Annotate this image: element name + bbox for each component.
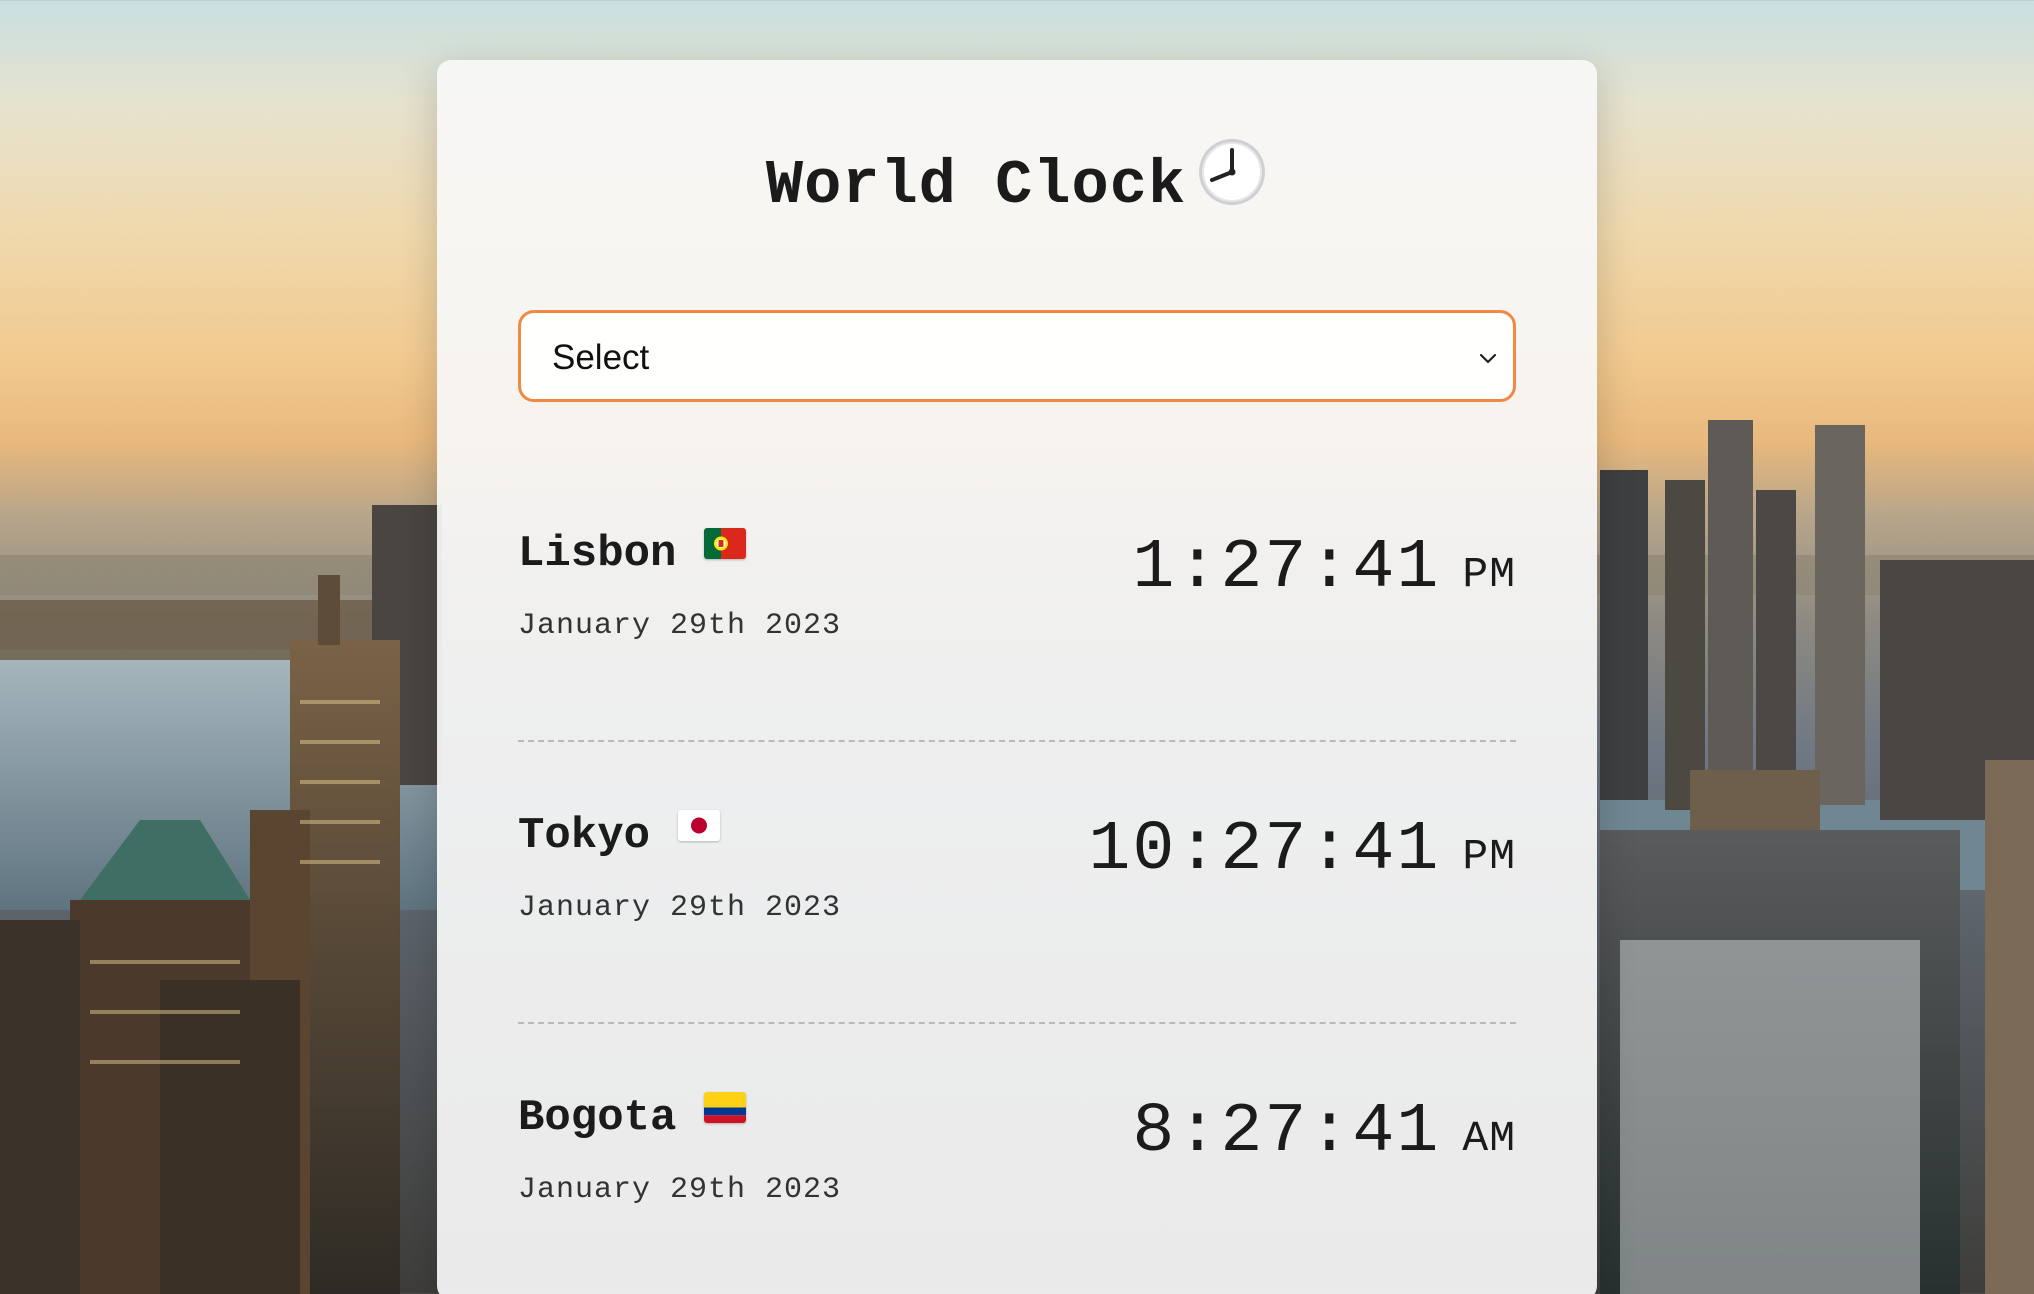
- chevron-down-icon: [1479, 353, 1497, 364]
- city-date: January 29th 2023: [518, 1173, 842, 1207]
- city-row-lisbon: Lisbon January 29th 2023 1:27:41 PM: [518, 460, 1516, 742]
- city-time-container: 8:27:41 AM: [1132, 1090, 1516, 1176]
- city-date: January 29th 2023: [518, 891, 842, 925]
- city-ampm: AM: [1462, 1114, 1516, 1163]
- city-time: 1:27:41: [1132, 529, 1441, 608]
- city-row-bogota: Bogota January 29th 2023 8:27:41 AM: [518, 1024, 1516, 1294]
- city-select-value: Select: [552, 338, 650, 377]
- colombia-flag-icon: [704, 1092, 747, 1123]
- city-name-container: Bogota: [518, 1090, 747, 1146]
- clock-icon: [1199, 139, 1266, 205]
- page-title: World Clock: [518, 136, 1516, 228]
- city-name: Tokyo: [518, 811, 651, 861]
- city-name-container: Lisbon: [518, 526, 747, 582]
- city-row-tokyo: Tokyo January 29th 2023 10:27:41 PM: [518, 742, 1516, 1024]
- city-time-container: 1:27:41 PM: [1132, 526, 1516, 612]
- city-time: 10:27:41: [1088, 811, 1441, 890]
- page-title-text: World Clock: [765, 150, 1187, 221]
- city-select-dropdown[interactable]: Select: [518, 310, 1516, 402]
- city-ampm: PM: [1462, 832, 1516, 881]
- city-time-container: 10:27:41 PM: [1088, 808, 1516, 894]
- city-name-container: Tokyo: [518, 808, 721, 864]
- world-clock-card: World Clock Select Lisbon January 29th 2…: [437, 60, 1597, 1294]
- japan-flag-icon: [678, 810, 721, 841]
- city-name: Lisbon: [518, 529, 677, 579]
- city-time: 8:27:41: [1132, 1093, 1441, 1172]
- city-name: Bogota: [518, 1093, 677, 1143]
- city-ampm: PM: [1462, 550, 1516, 599]
- portugal-flag-icon: [704, 528, 747, 559]
- city-date: January 29th 2023: [518, 609, 842, 643]
